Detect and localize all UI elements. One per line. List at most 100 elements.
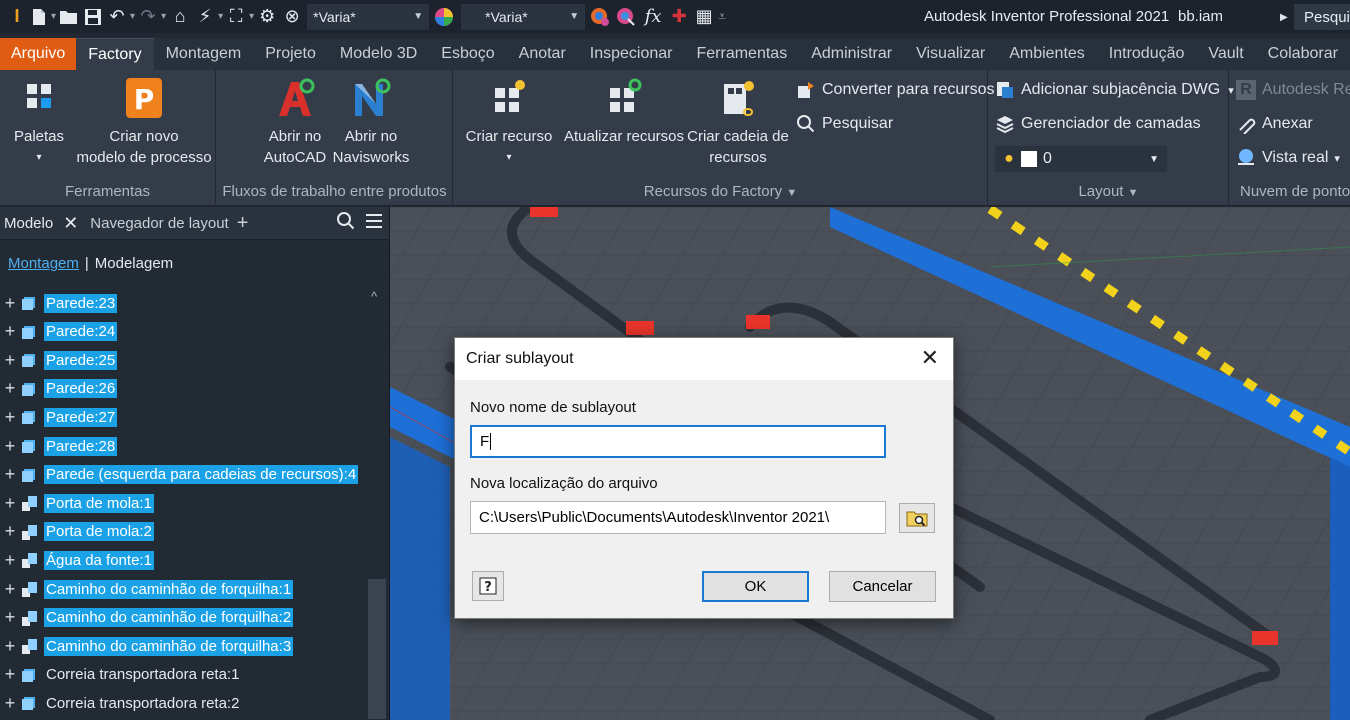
redo-icon[interactable]: ↷ xyxy=(136,0,160,33)
tab-factory[interactable]: Factory xyxy=(76,38,154,70)
panel-title-recursos[interactable]: Recursos do Factory ▼ xyxy=(454,183,987,200)
criar-cadeia-button[interactable]: Criar cadeia de recursos xyxy=(686,76,790,168)
app-logo-icon[interactable]: I xyxy=(6,0,28,33)
close-icon[interactable]: ✕ xyxy=(921,347,939,369)
update-icon[interactable]: ⚡ xyxy=(193,0,217,33)
criar-novo-modelo-button[interactable]: P Criar novo modelo de processo xyxy=(74,76,214,168)
tree-row[interactable]: + Porta de mola:2 xyxy=(0,518,154,546)
tree-row[interactable]: + Porta de mola:1 xyxy=(0,489,154,517)
tab-modelo-3d[interactable]: Modelo 3D xyxy=(328,38,429,70)
autodesk-recap-button[interactable]: R Autodesk ReCap xyxy=(1236,80,1350,100)
chevron-up-icon[interactable]: ^ xyxy=(371,289,377,304)
expand-plus-icon[interactable]: + xyxy=(0,321,20,342)
clear-appearance-icon[interactable] xyxy=(613,0,639,33)
gerenciador-camadas-button[interactable]: Gerenciador de camadas xyxy=(995,114,1201,134)
open-folder-icon[interactable] xyxy=(57,0,81,33)
tree-row[interactable]: + Parede:28 xyxy=(0,432,118,460)
pesquisar-button[interactable]: Pesquisar xyxy=(796,114,893,134)
adjust-icon[interactable] xyxy=(587,0,613,33)
ilogic-icon[interactable]: ▦ xyxy=(691,0,717,33)
tab-modelo[interactable]: Modelo xyxy=(4,215,53,232)
save-icon[interactable] xyxy=(81,0,105,33)
expand-plus-icon[interactable]: + xyxy=(0,378,20,399)
material-combo[interactable]: *Varia* ▼ xyxy=(461,3,586,30)
hamburger-menu-icon[interactable] xyxy=(364,211,384,235)
atualizar-recursos-button[interactable]: Atualizar recursos xyxy=(562,76,686,147)
tab-visualizar[interactable]: Visualizar xyxy=(904,38,997,70)
tree-row[interactable]: + Correia transportadora reta:1 xyxy=(0,661,241,689)
customize-dropdown-icon[interactable]: ⩡ xyxy=(717,0,727,33)
select-icon[interactable]: ⛶ xyxy=(224,0,248,33)
tree-row[interactable]: + Parede:25 xyxy=(0,346,118,374)
tree-row[interactable]: + Parede:26 xyxy=(0,375,118,403)
anexar-button[interactable]: Anexar xyxy=(1236,114,1313,134)
tab-introdu-o[interactable]: Introdução xyxy=(1097,38,1197,70)
tab-administrar[interactable]: Administrar xyxy=(799,38,904,70)
tab-inspecionar[interactable]: Inspecionar xyxy=(578,38,685,70)
expand-plus-icon[interactable]: + xyxy=(0,521,20,542)
add-plus-icon[interactable]: ✚ xyxy=(667,0,691,33)
update-dropdown-icon[interactable]: ▾ xyxy=(217,0,224,33)
tree-row[interactable]: + Parede:23 xyxy=(0,289,118,317)
subtab-modelagem[interactable]: Modelagem xyxy=(95,255,173,272)
tree-row[interactable]: + Correia transportadora reta:2 xyxy=(0,689,241,717)
paletas-button[interactable]: Paletas ▾ xyxy=(6,76,72,168)
tab-arquivo[interactable]: Arquivo xyxy=(0,38,77,70)
undo-dropdown-icon[interactable]: ▾ xyxy=(129,0,136,33)
tab-vault[interactable]: Vault xyxy=(1196,38,1255,70)
color-wheel-icon[interactable] xyxy=(431,0,457,33)
expand-plus-icon[interactable]: + xyxy=(0,350,20,371)
tab-projeto[interactable]: Projeto xyxy=(253,38,328,70)
tree-row[interactable]: + Parede:24 xyxy=(0,318,118,346)
measure-icon[interactable]: ⚙ xyxy=(255,0,279,33)
expand-plus-icon[interactable]: + xyxy=(0,436,20,457)
undo-icon[interactable]: ↶ xyxy=(105,0,129,33)
expand-plus-icon[interactable]: + xyxy=(0,464,20,485)
tab-ambientes[interactable]: Ambientes xyxy=(997,38,1097,70)
expand-plus-icon[interactable]: + xyxy=(0,693,20,714)
parameters-fx-icon[interactable]: fx xyxy=(639,0,667,33)
tab-anotar[interactable]: Anotar xyxy=(507,38,578,70)
tab-colaborar[interactable]: Colaborar xyxy=(1256,38,1350,70)
close-icon[interactable]: ✕ xyxy=(63,213,78,234)
appearance-combo[interactable]: *Varia* ▼ xyxy=(307,3,430,30)
adicionar-dwg-button[interactable]: Adicionar subjacência DWG ▾ xyxy=(995,80,1234,100)
expand-plus-icon[interactable]: + xyxy=(0,636,20,657)
ok-button[interactable]: OK xyxy=(702,571,809,602)
new-dropdown-icon[interactable]: ▾ xyxy=(50,0,57,33)
tab-esbo-o[interactable]: Esboço xyxy=(429,38,506,70)
tree-row[interactable]: + Caminho do caminhão de forquilha:3 xyxy=(0,632,294,660)
tree-row[interactable]: + Caminho do caminhão de forquilha:1 xyxy=(0,575,294,603)
help-button[interactable]: ? xyxy=(472,571,504,601)
browse-folder-button[interactable] xyxy=(899,503,935,533)
search-icon[interactable] xyxy=(336,211,356,236)
new-file-icon[interactable] xyxy=(28,0,50,33)
browser-scrollbar[interactable]: ^ xyxy=(366,289,388,720)
select-dropdown-icon[interactable]: ▾ xyxy=(248,0,255,33)
file-location-input[interactable]: C:\Users\Public\Documents\Autodesk\Inven… xyxy=(470,501,886,534)
sublayout-name-input[interactable]: F xyxy=(470,425,886,458)
expand-plus-icon[interactable]: + xyxy=(0,579,20,600)
expand-plus-icon[interactable]: + xyxy=(0,550,20,571)
tree-row[interactable]: + Parede (esquerda para cadeias de recurs… xyxy=(0,461,359,489)
abrir-autocad-button[interactable]: Abrir no AutoCAD xyxy=(259,76,331,168)
panel-title-layout[interactable]: Layout ▼ xyxy=(989,183,1228,200)
expand-plus-icon[interactable]: + xyxy=(0,664,20,685)
expand-plus-icon[interactable]: + xyxy=(0,293,20,314)
abrir-navisworks-button[interactable]: Abrir no Navisworks xyxy=(331,76,411,168)
tree-row[interactable]: + Parede:27 xyxy=(0,403,118,431)
tab-ferramentas[interactable]: Ferramentas xyxy=(685,38,800,70)
layer-combo[interactable]: ● 0 ▼ xyxy=(995,146,1167,172)
subtab-montagem[interactable]: Montagem xyxy=(8,255,79,272)
expand-plus-icon[interactable]: + xyxy=(0,607,20,628)
tree-row[interactable]: + Caminho do caminhão de forquilha:2 xyxy=(0,604,294,632)
appearance-ball-icon[interactable]: ⊗ xyxy=(279,0,305,33)
scrollbar-thumb[interactable] xyxy=(368,579,386,719)
add-tab-icon[interactable]: + xyxy=(237,212,249,235)
redo-dropdown-icon[interactable]: ▾ xyxy=(160,0,167,33)
cancel-button[interactable]: Cancelar xyxy=(829,571,936,602)
expand-plus-icon[interactable]: + xyxy=(0,407,20,428)
help-search-box[interactable]: ▶ Pesquisar xyxy=(1280,4,1350,30)
vista-real-button[interactable]: Vista real ▾ xyxy=(1236,148,1340,168)
criar-recurso-button[interactable]: Criar recurso ▾ xyxy=(464,76,554,168)
